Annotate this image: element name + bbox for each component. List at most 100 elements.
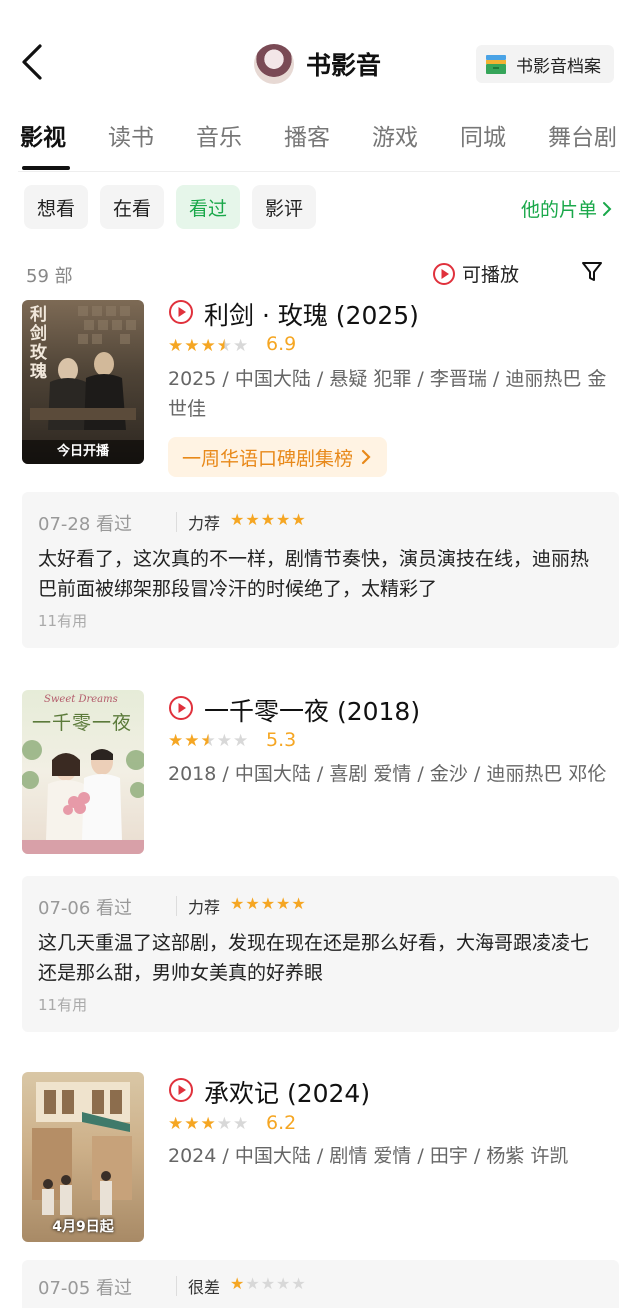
star-icon: ★ bbox=[230, 894, 245, 913]
half-star-icon: ★ bbox=[200, 731, 216, 751]
tab-podcast[interactable]: 播客 bbox=[284, 118, 330, 152]
poster-title-text: 利剑玫瑰 bbox=[30, 305, 47, 382]
review-rating-label: 力荐 bbox=[188, 898, 221, 917]
his-list-link[interactable]: 他的片单 bbox=[521, 195, 614, 222]
rank-tag-label: 一周华语口碑剧集榜 bbox=[182, 447, 354, 470]
item-meta: 2025 / 中国大陆 / 悬疑 犯罪 / 李晋瑞 / 迪丽热巴 金世佳 bbox=[168, 368, 607, 420]
star-icon: ★ bbox=[291, 510, 306, 529]
star-icon: ★ bbox=[276, 1274, 291, 1293]
status-filters: 想看 在看 看过 影评 bbox=[24, 185, 328, 229]
rating-score: 6.9 bbox=[266, 333, 297, 355]
star-icon: ★ bbox=[233, 1114, 249, 1134]
filter-watched[interactable]: 看过 bbox=[176, 185, 241, 229]
star-icon: ★ bbox=[260, 1274, 276, 1293]
review-stars: ★ ★ ★ ★ ★ bbox=[230, 1274, 307, 1294]
play-circle-icon[interactable] bbox=[168, 1077, 194, 1103]
archive-button-label: 书影音档案 bbox=[516, 56, 601, 77]
star-icon: ★ bbox=[168, 731, 184, 751]
star-icon: ★ bbox=[168, 336, 184, 356]
avatar[interactable] bbox=[254, 44, 294, 84]
rating-score: 5.3 bbox=[266, 729, 297, 751]
review-rating-label: 很差 bbox=[188, 1278, 221, 1297]
review-rating-label: 力荐 bbox=[188, 514, 221, 533]
item-title[interactable]: 承欢记 (2024) bbox=[204, 1074, 370, 1110]
item-title[interactable]: 利剑 · 玫瑰 (2025) bbox=[204, 296, 419, 332]
review-date: 07-06 看过 bbox=[38, 898, 133, 919]
back-icon[interactable] bbox=[18, 42, 48, 82]
poster-badge: 今日开播 bbox=[22, 440, 144, 464]
page-title: 书影音 bbox=[306, 51, 382, 80]
tabs-divider bbox=[18, 171, 620, 172]
star-icon: ★ bbox=[200, 336, 216, 356]
star-icon: ★ bbox=[230, 510, 245, 529]
star-icon: ★ bbox=[245, 894, 260, 913]
star-icon: ★ bbox=[216, 1114, 232, 1134]
playable-label: 可播放 bbox=[462, 264, 520, 286]
star-icon: ★ bbox=[216, 731, 232, 751]
useful-count[interactable]: 11有用 bbox=[38, 994, 87, 1015]
play-circle-icon bbox=[433, 262, 455, 285]
filter-reviews[interactable]: 影评 bbox=[252, 185, 317, 229]
tab-film-tv[interactable]: 影视 bbox=[20, 118, 66, 152]
playable-filter[interactable]: 可播放 bbox=[432, 260, 519, 287]
tab-books[interactable]: 读书 bbox=[108, 118, 154, 152]
poster-image[interactable]: 利剑玫瑰 今日开播 bbox=[22, 300, 144, 464]
star-icon: ★ bbox=[245, 510, 260, 529]
star-icon: ★ bbox=[184, 336, 200, 356]
star-rating: ★ ★ ★ ★ ★ bbox=[168, 731, 249, 751]
divider bbox=[176, 1276, 177, 1296]
page-title-group: 书影音 bbox=[254, 42, 381, 86]
review-text: 太好看了，这次真的不一样，剧情节奏快，演员演技在线，迪丽热巴前面被绑架那段冒冷汗… bbox=[38, 548, 590, 600]
tab-local[interactable]: 同城 bbox=[460, 118, 506, 152]
star-rating: ★ ★ ★ ★ ★ bbox=[168, 1114, 249, 1134]
poster-title-text: 一千零一夜 bbox=[32, 712, 133, 734]
review-card[interactable]: 07-28 看过 力荐 ★ ★ ★ ★ ★ 太好看了，这次真的不一样，剧情节奏快… bbox=[22, 492, 619, 648]
poster-image[interactable]: Sweet Dreams 一千零一夜 bbox=[22, 690, 144, 854]
star-icon: ★ bbox=[260, 510, 276, 529]
review-card[interactable]: 07-06 看过 力荐 ★ ★ ★ ★ ★ 这几天重温了这部剧，发现在现在还是那… bbox=[22, 876, 619, 1032]
category-tabs: 影视 读书 音乐 播客 游戏 同城 舞台剧 bbox=[0, 118, 640, 174]
play-circle-icon[interactable] bbox=[168, 299, 194, 325]
divider bbox=[176, 896, 177, 916]
play-circle-icon[interactable] bbox=[168, 695, 194, 721]
review-stars: ★ ★ ★ ★ ★ bbox=[230, 894, 307, 914]
review-date: 07-28 看过 bbox=[38, 514, 133, 535]
review-date: 07-05 看过 bbox=[38, 1278, 133, 1299]
star-icon: ★ bbox=[276, 510, 291, 529]
chevron-right-icon bbox=[603, 201, 612, 216]
item-title[interactable]: 一千零一夜 (2018) bbox=[204, 692, 420, 728]
tab-stage[interactable]: 舞台剧 bbox=[548, 118, 617, 152]
rank-tag[interactable]: 一周华语口碑剧集榜 bbox=[168, 437, 388, 477]
archive-box-icon bbox=[486, 55, 506, 74]
archive-button[interactable]: 书影音档案 bbox=[476, 45, 614, 83]
star-icon: ★ bbox=[291, 894, 306, 913]
poster-badge: 4月9日起 bbox=[52, 1219, 114, 1235]
item-meta: 2018 / 中国大陆 / 喜剧 爱情 / 金沙 / 迪丽热巴 邓伦 bbox=[168, 763, 607, 785]
useful-count[interactable]: 11有用 bbox=[38, 610, 87, 631]
poster-subtitle-text: Sweet Dreams bbox=[44, 694, 118, 705]
star-icon: ★ bbox=[184, 731, 200, 751]
star-icon: ★ bbox=[168, 1114, 184, 1134]
rating-score: 6.2 bbox=[266, 1112, 297, 1134]
star-icon: ★ bbox=[184, 1114, 200, 1134]
star-icon: ★ bbox=[245, 1274, 260, 1293]
star-icon: ★ bbox=[276, 894, 291, 913]
poster-image[interactable]: 4月9日起 bbox=[22, 1072, 144, 1242]
review-stars: ★ ★ ★ ★ ★ bbox=[230, 510, 307, 530]
review-card[interactable]: 07-05 看过 很差 ★ ★ ★ ★ ★ bbox=[22, 1260, 619, 1308]
app-header: 书影音 书影音档案 bbox=[0, 0, 640, 130]
active-tab-indicator bbox=[22, 166, 70, 170]
filter-watching[interactable]: 在看 bbox=[100, 185, 165, 229]
half-star-icon: ★ bbox=[216, 336, 232, 356]
star-icon: ★ bbox=[233, 731, 249, 751]
star-icon: ★ bbox=[230, 1274, 245, 1293]
his-list-label: 他的片单 bbox=[520, 199, 597, 221]
tab-games[interactable]: 游戏 bbox=[372, 118, 418, 152]
filter-want-to-watch[interactable]: 想看 bbox=[24, 185, 89, 229]
tab-music[interactable]: 音乐 bbox=[196, 118, 242, 152]
divider bbox=[176, 512, 177, 532]
star-icon: ★ bbox=[233, 336, 249, 356]
filter-funnel-icon[interactable] bbox=[580, 260, 604, 284]
star-icon: ★ bbox=[260, 894, 276, 913]
item-meta: 2024 / 中国大陆 / 剧情 爱情 / 田宇 / 杨紫 许凯 bbox=[168, 1145, 569, 1167]
